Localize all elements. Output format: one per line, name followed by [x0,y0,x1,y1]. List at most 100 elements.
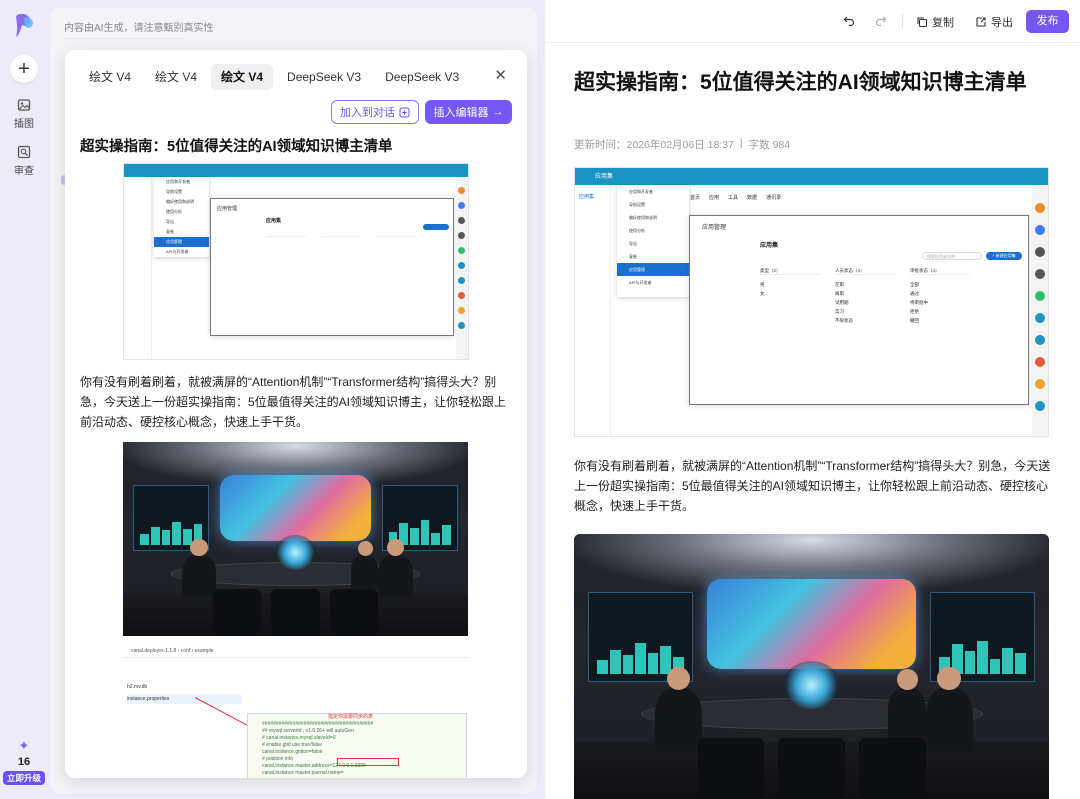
insert-editor-label: 插入编辑器 [433,107,489,119]
credits-count: 16 [17,756,31,768]
panel-col2-list: 在职 离职 试用期 实习 不限状态 [835,280,853,325]
version-preview-card: 绘文 V4 绘文 V4 绘文 V4 DeepSeek V3 DeepSeek V… [65,50,527,778]
screenshot-tab: 数据 [747,195,758,201]
screenshot-tab: 通讯录 [766,195,782,201]
panel-col-header: 人员状态（4） [835,268,895,275]
tab-version-5[interactable]: DeepSeek V3 [375,64,469,90]
menu-item: 应用和开发者 [166,179,190,184]
code-breadcrumb: canal.deployer-1.1.8 › conf › example [123,645,468,658]
panel-search: 搜索应用或名称 [922,252,982,260]
document-title[interactable]: 超实操指南：5位值得关注的AI领域知识博主清单 [574,68,1044,98]
screenshot-right-bar [1032,185,1048,436]
document-editor: 复制 导出 发布 超实操指南：5位值得关注的AI领域知识博主清单 更新时间：20… [545,0,1080,799]
export-icon [976,17,986,27]
panel-col-header: 审批状态（4） [910,268,970,275]
updated-time: 更新时间：2026年02月06日 18:37 [574,139,734,151]
review-tool[interactable]: 审查 [4,145,44,177]
panel-col-1 [266,236,306,274]
tab-version-2[interactable]: 绘文 V4 [145,64,207,90]
redo-button[interactable] [875,14,887,26]
panel-col-item: 离职 [835,291,844,296]
screenshot-tab: 首页 [690,195,701,201]
close-icon[interactable]: ✕ [494,68,507,83]
publish-button[interactable]: 发布 [1026,10,1069,33]
screenshot-menu: 应用和开发者 导航设置 偏好使用和说明 使用分析 导出 复制 应用管理 API与… [617,185,689,297]
file-row-selected: instance.properties [127,695,242,704]
add-chat-icon [399,107,410,117]
menu-item: 应用和开发者 [629,189,653,194]
left-rail: + 插图 审查 ✦ 16 立即升级 [0,0,48,799]
code-line: ## mysql serverId , v1.0.26+ will autoGe… [262,728,354,734]
illustration-label: 插图 [14,119,34,130]
panel-add-button: + 新建应用集 [986,252,1022,260]
meta-separator: | [739,137,743,149]
screenshot-panel: 应用管理 应用集 搜索应用或名称 + 新建应用集 类型（2） 人员状态（4） 审… [689,215,1029,405]
code-line: canal.instance.gtidon=false [262,749,323,755]
panel-add-button [423,224,449,230]
menu-item: 偏好使用和说明 [629,215,657,220]
ai-notice: 内容由AI生成，请注意甄别真实性 [64,23,214,34]
app-screenshot-image[interactable]: 应用集 应用集 首页 应用 工具 数据 通讯录 应用和开发者 导航设置 偏好使用… [574,167,1049,437]
panel-heading: 应用集 [760,243,779,249]
preview-title: 超实操指南：5位值得关注的AI领域知识博主清单 [80,139,393,155]
divider [64,38,184,39]
panel-title: 应用管理 [217,206,238,212]
menu-item: 复制 [629,254,637,259]
tab-version-1[interactable]: 绘文 V4 [79,64,141,90]
menu-item: 导出 [166,219,174,224]
sidebar-app: 应用集 [579,194,595,200]
image-icon [17,99,31,111]
version-tabs: 绘文 V4 绘文 V4 绘文 V4 DeepSeek V3 DeepSeek V… [79,64,473,90]
editor-toolbar: 复制 导出 发布 [545,0,1080,43]
conference-image[interactable] [574,534,1049,799]
copy-button[interactable]: 复制 [916,14,954,30]
panel-col-2 [321,236,361,286]
app-bar [124,164,468,177]
document-meta: 更新时间：2026年02月06日 18:37 | 字数 984 [574,137,790,152]
menu-item: API与开发者 [166,249,189,254]
menu-item: 使用分析 [629,228,645,233]
review-icon [17,145,31,159]
menu-item: 导航设置 [629,202,645,207]
screenshot-menu: 应用和开发者 导航设置 偏好使用和说明 使用分析 导出 复制 应用管理 API与… [154,177,209,257]
code-annotation: 指定你需要同步的表 [328,714,374,720]
app-logo-icon[interactable] [12,12,36,38]
screenshot-sidebar [124,177,152,359]
copy-icon [917,17,928,28]
menu-item: 导出 [629,241,637,246]
code-line: canal.instance.master.journal.name= [262,770,344,776]
app-screenshot-image: 应用和开发者 导航设置 偏好使用和说明 使用分析 导出 复制 应用管理 API与… [123,163,469,360]
panel-col-item: 通过 [910,291,919,296]
sparkle-icon: ✦ [18,738,30,753]
tab-version-4[interactable]: DeepSeek V3 [277,64,371,90]
export-button[interactable]: 导出 [975,14,1013,30]
undo-icon [843,16,855,26]
menu-item: 导航设置 [166,189,182,194]
document-body[interactable]: 你有没有刷着刷着，就被满屏的“Attention机制”“Transformer结… [574,456,1052,516]
copy-label: 复制 [932,17,954,29]
panel-col-item: 女 [760,291,765,296]
panel-col-item: 试用期 [835,300,849,305]
code-line: # enable gtid use true/false [262,742,323,748]
illustration-tool[interactable]: 插图 [4,98,44,130]
screenshot-right-bar [456,177,468,359]
panel-col3-list: 全部 通过 待审批中 拒绝 撤回 [910,280,928,325]
plus-icon: + [18,57,30,80]
undo-button[interactable] [843,14,855,26]
new-chat-button[interactable]: + [10,55,38,83]
panel-col-item: 在职 [835,282,844,287]
panel-col-item: 不限状态 [835,318,853,323]
add-to-chat-button[interactable]: 加入到对话 [331,100,419,124]
upgrade-button[interactable]: 立即升级 [3,771,45,785]
screenshot-tab: 应用 [709,195,720,201]
screenshot-tab: 工具 [728,195,739,201]
tab-version-3[interactable]: 绘文 V4 [211,64,274,90]
code-screenshot-image: canal.deployer-1.1.8 › conf › example h2… [123,645,468,778]
insert-editor-button[interactable]: 插入编辑器 → [425,100,512,124]
screenshot-panel: 应用管理 应用集 [210,198,454,336]
menu-item: 偏好使用和说明 [166,199,194,204]
redo-icon [875,16,887,26]
app-bar: 应用集 [575,168,1048,185]
panel-heading: 应用集 [266,218,282,224]
panel-col1-list: 男 女 [760,280,765,298]
